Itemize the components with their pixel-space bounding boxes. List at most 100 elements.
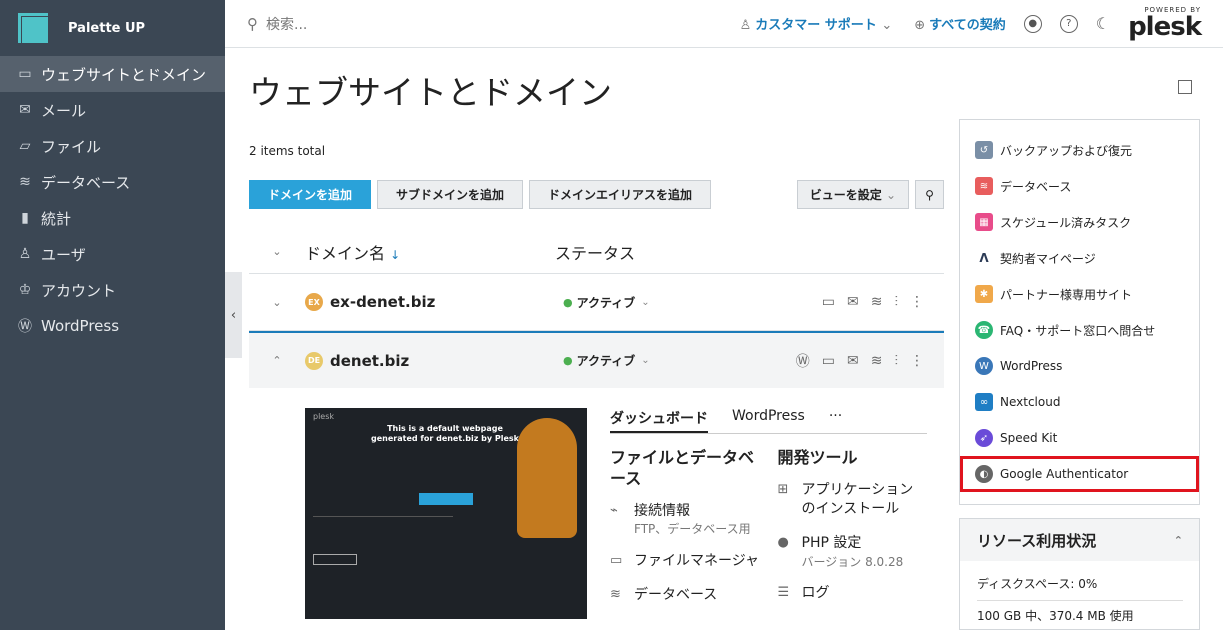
domain-badge: DE (305, 351, 323, 370)
chevron-down-icon: ⌄ (885, 187, 896, 202)
subscriptions-link[interactable]: ⊕ すべての契約 (914, 14, 1005, 33)
domain-label: denet.biz (330, 351, 410, 370)
database-icon[interactable]: ≋ (871, 353, 883, 369)
sidebar-item-label: WordPress (41, 317, 120, 335)
partner-site-link[interactable]: ✱ パートナー様専用サイト (960, 276, 1199, 312)
chart-icon: ▮ (21, 210, 29, 226)
sidebar-item-label: アカウント (41, 281, 117, 300)
chevron-up-icon: ⌃ (1173, 533, 1183, 547)
view-settings-button[interactable]: ビューを設定 ⌄ (796, 180, 909, 209)
connection-info-link[interactable]: ⌁ 接続情報 FTP、データベース用 (610, 502, 760, 538)
mail-icon[interactable]: ✉ (847, 294, 859, 310)
subscriber-page-link[interactable]: Λ 契約者マイページ (960, 240, 1199, 276)
extensions-panel: ↺ バックアップおよび復元 ≋ データベース ▦ スケジュール済みタスク Λ 契約者マイ… (959, 119, 1200, 505)
add-subdomain-button[interactable]: サブドメインを追加 (377, 180, 524, 209)
more-icon[interactable]: ⋮ (910, 294, 924, 310)
domain-name[interactable]: EX ex-denet.biz (305, 293, 563, 311)
tab-wordpress[interactable]: WordPress (732, 408, 805, 433)
grid-icon: ⊞ (777, 481, 789, 497)
status-badge[interactable]: ● アクティブ ⌄ (563, 294, 753, 311)
tab-more[interactable]: ··· (829, 408, 842, 433)
status-badge[interactable]: ● アクティブ ⌄ (563, 352, 753, 369)
sidebar-item-websites[interactable]: ▭ ウェブサイトとドメイン (0, 56, 225, 92)
sidebar-item-databases[interactable]: ≋ データベース (0, 164, 225, 200)
panda-icon[interactable]: ● (1023, 14, 1042, 33)
scheduled-tasks-link[interactable]: ▦ スケジュール済みタスク (960, 204, 1199, 240)
column-status[interactable]: ステータス (555, 240, 635, 264)
mail-icon[interactable]: ✉ (847, 353, 859, 369)
table-row[interactable]: ⌃ DE denet.biz ● アクティブ ⌄ Ⓦ ▭ ✉ ≋ ⫶ ⋮ (249, 331, 944, 388)
headset-icon: ☎ (975, 321, 993, 339)
speed-kit-link[interactable]: ➶ Speed Kit (960, 420, 1199, 456)
brand[interactable]: Palette UP (0, 0, 225, 56)
faq-support-link[interactable]: ☎ FAQ・サポート窓口へ問合せ (960, 312, 1199, 348)
sidebar-item-account[interactable]: ♔ アカウント (0, 272, 225, 308)
sidebar-item-statistics[interactable]: ▮ 統計 (0, 200, 225, 236)
user-icon: ♙ (739, 18, 752, 33)
php-settings-link[interactable]: ● PHP 設定 バージョン 8.0.28 (778, 534, 928, 570)
column-domain-name[interactable]: ドメイン名 ↓ (305, 240, 555, 264)
wordpress-link[interactable]: W WordPress (960, 348, 1199, 384)
files-heading: ファイルとデータベース (610, 448, 755, 488)
google-authenticator-link[interactable]: ◐ Google Authenticator (960, 456, 1199, 492)
sidebar-collapse-handle[interactable]: ‹ (225, 272, 242, 358)
moon-icon[interactable]: ☾ (1096, 14, 1110, 33)
folder-icon: ▱ (19, 138, 31, 154)
tab-dashboard[interactable]: ダッシュボード (610, 408, 708, 433)
add-domain-button[interactable]: ドメインを追加 (249, 180, 372, 209)
app-install-link[interactable]: ⊞ アプリケーションのインストール (778, 481, 928, 520)
sidebar-item-mail[interactable]: ✉ メール (0, 92, 225, 128)
backup-link[interactable]: ↺ バックアップおよび復元 (960, 132, 1199, 168)
add-alias-button[interactable]: ドメインエイリアスを追加 (529, 180, 712, 209)
list-search-button[interactable]: ⚲ (915, 180, 944, 209)
database-link[interactable]: ≋ データベース (610, 586, 760, 606)
search-input[interactable]: ⚲ 検索... (247, 14, 717, 34)
table-row[interactable]: ⌄ EX ex-denet.biz ● アクティブ ⌄ ▭ ✉ ≋ ⫶ ⋮ (249, 274, 944, 331)
files-column: ファイルとデータベース ⌁ 接続情報 FTP、データベース用 ▭ ファイルマネージャ … (610, 448, 760, 619)
search-icon: ⚲ (247, 14, 258, 33)
monitor-icon: ▭ (18, 66, 32, 82)
items-total: 2 items total (249, 144, 326, 158)
site-preview[interactable]: plesk This is a default webpage generate… (305, 408, 587, 619)
plug-icon: ⌁ (610, 502, 618, 518)
nextcloud-link[interactable]: ∞ Nextcloud (960, 384, 1199, 420)
file-manager-link[interactable]: ▭ ファイルマネージャ (610, 552, 760, 572)
chevron-left-icon: ‹ (230, 307, 237, 323)
sidebar-item-label: 統計 (41, 209, 72, 228)
customer-support-menu[interactable]: ♙ カスタマー サポート ⌄ (740, 14, 897, 33)
more-icon[interactable]: ⋮ (910, 353, 924, 369)
sidebar-item-users[interactable]: ♙ ユーザ (0, 236, 225, 272)
expand-all-icon[interactable]: ⌄ (249, 245, 305, 258)
authenticator-icon: ◐ (975, 465, 993, 483)
sidebar-item-wordpress[interactable]: Ⓦ WordPress (0, 308, 225, 344)
chevron-down-icon: ⌄ (881, 18, 893, 33)
database-icon: ≋ (610, 586, 621, 602)
wordpress-icon: Ⓦ (18, 319, 32, 335)
wordpress-icon[interactable]: Ⓦ (796, 351, 810, 371)
databases-link[interactable]: ≋ データベース (960, 168, 1199, 204)
folder-icon[interactable]: ▭ (822, 353, 835, 369)
preview-heading: This is a default webpage generated for … (371, 424, 519, 444)
domain-detail: plesk This is a default webpage generate… (249, 388, 944, 619)
help-icon[interactable]: ? (1059, 14, 1078, 33)
robot-illustration (517, 418, 577, 538)
sidebar-item-files[interactable]: ▱ ファイル (0, 128, 225, 164)
toolbar: ドメインを追加 サブドメインを追加 ドメインエイリアスを追加 ビューを設定 ⌄ … (249, 180, 944, 209)
resource-usage-header[interactable]: リソース利用状況 ⌃ (960, 519, 1199, 561)
domain-name[interactable]: DE denet.biz (305, 351, 563, 370)
panel-toggle-icon[interactable] (1178, 80, 1192, 94)
wordpress-label: WordPress (1000, 359, 1063, 373)
connection-info-sub: FTP、データベース用 (634, 522, 751, 537)
chevron-down-icon[interactable]: ⌄ (249, 296, 305, 309)
settings-sliders-icon[interactable]: ⫶ (895, 294, 899, 310)
preview-brand: plesk (313, 412, 335, 421)
settings-sliders-icon[interactable]: ⫶ (895, 353, 899, 369)
logs-link[interactable]: ☰ ログ (778, 584, 928, 604)
list-icon: ☰ (777, 585, 790, 601)
globe-icon: ⊕ (914, 18, 926, 33)
database-icon[interactable]: ≋ (871, 294, 883, 310)
scheduled-tasks-label: スケジュール済みタスク (1000, 215, 1132, 230)
chevron-up-icon[interactable]: ⌃ (249, 354, 305, 367)
folder-icon[interactable]: ▭ (822, 294, 835, 310)
database-icon: ≋ (19, 174, 31, 190)
